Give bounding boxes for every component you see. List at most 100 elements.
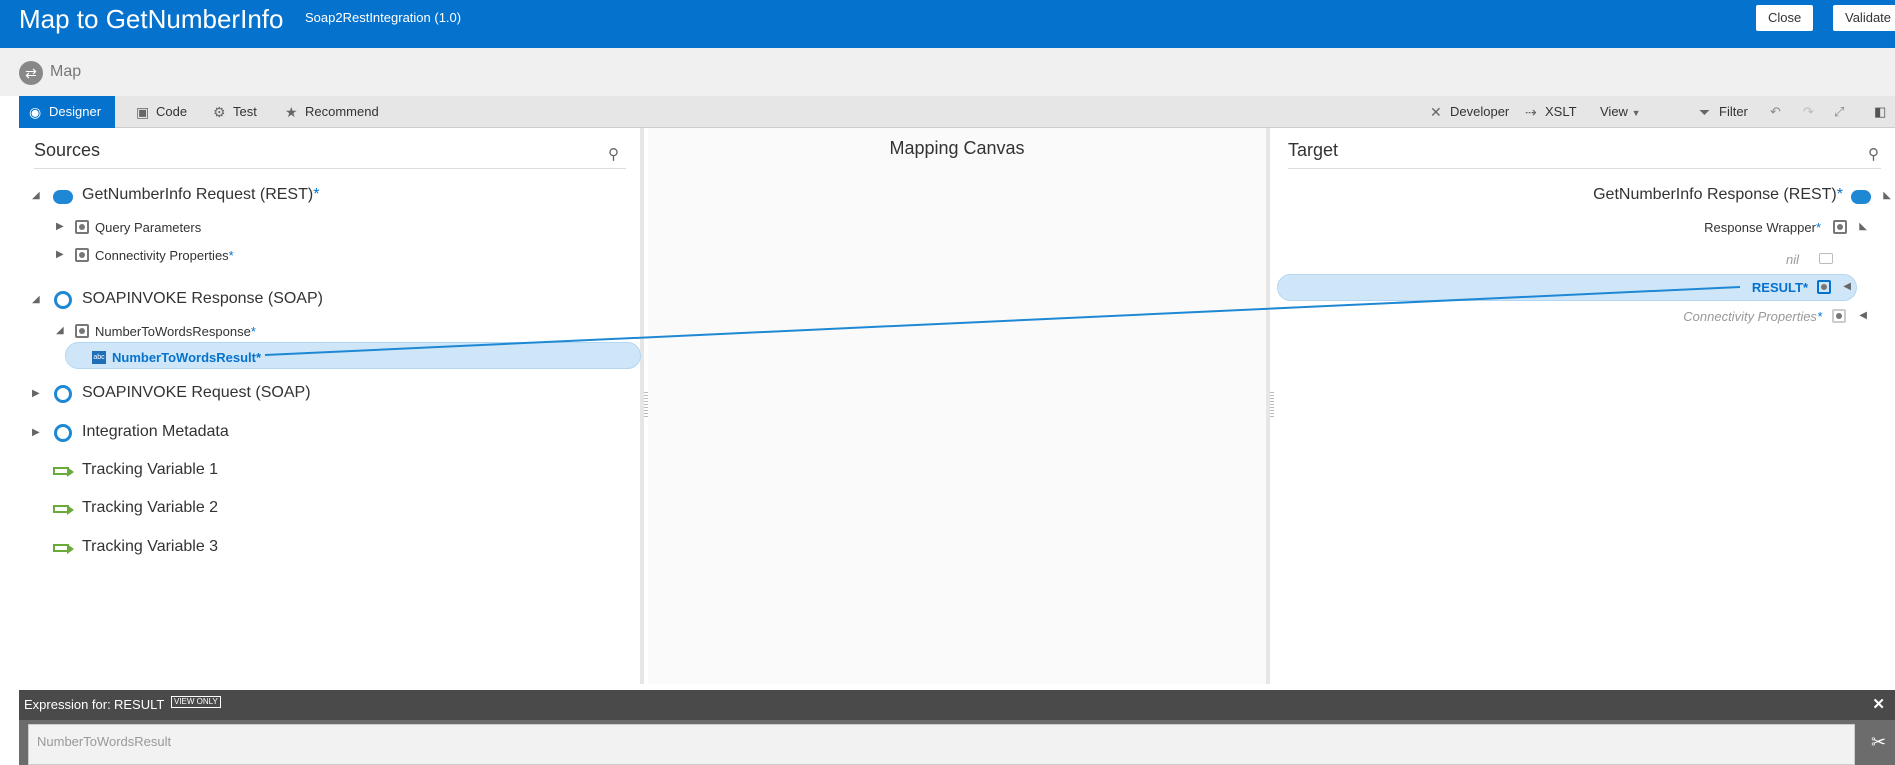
redo-icon: ↷ — [1803, 104, 1814, 119]
expand-icon[interactable]: ▶ — [32, 388, 40, 399]
collapse-icon[interactable]: ◢ — [32, 190, 40, 201]
map-bar: ⇄ Map — [0, 48, 1895, 96]
node-label: GetNumberInfo Request (REST)* — [82, 186, 319, 204]
sources-divider — [34, 168, 626, 169]
panel-toggle-button[interactable]: ◧ — [1874, 96, 1886, 128]
tree-node-response-rest[interactable]: GetNumberInfo Response (REST)* ◣ — [1495, 186, 1895, 208]
gear-icon: ⚙ — [213, 104, 226, 120]
target-divider — [1288, 168, 1881, 169]
expand-icon[interactable]: ▶ — [56, 221, 64, 232]
filter-button[interactable]: ⏷ Filter — [1695, 96, 1748, 128]
node-text: GetNumberInfo Response (REST) — [1593, 186, 1837, 203]
redo-button[interactable]: ↷ — [1803, 96, 1814, 128]
arr — [67, 544, 74, 554]
expand-icon[interactable]: ▶ — [32, 427, 40, 438]
canvas-title: Mapping Canvas — [889, 138, 1025, 158]
filter-icon: ⏷ — [1699, 104, 1711, 120]
search-icon[interactable]: ⚲ — [1868, 145, 1879, 163]
search-icon[interactable]: ⚲ — [608, 145, 619, 163]
undo-button[interactable]: ↶ — [1770, 96, 1781, 128]
collapse-icon[interactable]: ◣ — [1859, 221, 1867, 232]
tracking-variable-icon — [53, 542, 75, 554]
required-marker: * — [1816, 309, 1822, 324]
expression-editor: NumberToWordsResult ✂ — [19, 720, 1895, 765]
tree-node-response-wrapper[interactable]: Response Wrapper* ◣ — [1595, 218, 1895, 238]
sources-title: Sources — [34, 140, 101, 160]
expression-label: Expression for: — [24, 697, 111, 712]
node-text: Integration Metadata — [82, 423, 229, 440]
expression-field[interactable]: NumberToWordsResult — [28, 724, 1855, 765]
close-icon[interactable]: ✕ — [1872, 695, 1885, 713]
collapse-left-icon[interactable]: ◀ — [1843, 281, 1851, 292]
node-text: Connectivity Properties — [95, 248, 229, 263]
node-text: SOAPINVOKE Request (SOAP) — [82, 384, 311, 401]
tab-code[interactable]: ▣ Code — [132, 96, 187, 128]
code-icon: ▣ — [136, 104, 150, 120]
string-type-icon: abc — [92, 351, 106, 364]
soap-globe-icon — [54, 385, 72, 403]
expand-left-icon[interactable]: ◀ — [1859, 310, 1867, 321]
node-label: GetNumberInfo Response (REST)* — [1593, 186, 1843, 204]
soap-globe-icon — [54, 291, 72, 309]
node-label: Response Wrapper* — [1704, 220, 1821, 235]
target-panel: Target ⚲ GetNumberInfo Response (REST)* … — [1274, 128, 1895, 684]
integration-name: Soap2RestIntegration (1.0) — [305, 10, 462, 25]
wrench-icon[interactable]: ✂ — [1871, 732, 1886, 753]
element-icon — [75, 324, 89, 338]
required-marker: * — [1802, 280, 1808, 295]
node-label: NumberToWordsResponse* — [95, 324, 256, 339]
chevron-down-icon: ▼ — [1631, 108, 1641, 118]
designer-icon: ◉ — [29, 104, 42, 120]
collapse-icon[interactable]: ◢ — [32, 294, 40, 305]
tab-recommend-label: Recommend — [305, 104, 379, 119]
node-text: RESULT — [1751, 280, 1803, 295]
tab-test-label: Test — [233, 104, 257, 119]
element-icon — [75, 248, 89, 262]
map-label: Map — [50, 63, 82, 80]
tab-designer[interactable]: ◉ Designer — [19, 96, 116, 128]
rest-cloud-icon — [53, 190, 73, 204]
required-marker: * — [250, 324, 256, 339]
required-marker: * — [1815, 220, 1821, 235]
expression-value: NumberToWordsResult — [37, 734, 172, 749]
expand-icon[interactable]: ▶ — [56, 249, 64, 260]
node-text: Response Wrapper — [1704, 220, 1816, 235]
required-marker: * — [255, 350, 262, 365]
node-text: Tracking Variable 1 — [82, 461, 219, 478]
panel-toggle-icon: ◧ — [1874, 104, 1887, 119]
node-text: NumberToWordsResult — [112, 350, 256, 365]
view-menu[interactable]: View ▼ — [1600, 96, 1641, 128]
mapping-canvas: Mapping Canvas — [648, 128, 1270, 684]
sources-panel: Sources ⚲ ◢ GetNumberInfo Request (REST)… — [20, 128, 644, 684]
required-marker: * — [313, 186, 320, 203]
tracking-variable-icon — [53, 503, 75, 515]
arr — [67, 505, 74, 515]
tab-test[interactable]: ⚙ Test — [209, 96, 257, 128]
expression-target: RESULT — [114, 697, 165, 712]
developer-button[interactable]: ✕ Developer — [1426, 96, 1509, 128]
close-button[interactable]: Close — [1756, 5, 1814, 31]
node-text: Tracking Variable 2 — [82, 499, 219, 516]
tab-recommend[interactable]: ★ Recommend — [281, 96, 379, 128]
tree-node-target-connectivity-properties[interactable]: Connectivity Properties* ◀ — [1575, 307, 1895, 327]
required-marker: * — [1836, 186, 1843, 203]
tree-node-result[interactable]: RESULT* ◀ — [1595, 279, 1895, 301]
node-text: SOAPINVOKE Response (SOAP) — [82, 290, 323, 307]
mapped-element-icon — [1817, 280, 1831, 294]
rest-cloud-icon — [1851, 190, 1871, 204]
collapse-icon[interactable]: ◢ — [56, 325, 64, 336]
arr — [67, 467, 74, 477]
expand-button[interactable]: ⤢ — [1834, 96, 1844, 128]
node-text: GetNumberInfo Request (REST) — [82, 186, 314, 203]
collapse-icon[interactable]: ◣ — [1883, 190, 1891, 201]
xslt-label: XSLT — [1545, 104, 1577, 119]
xslt-button[interactable]: ⇢ XSLT — [1521, 96, 1577, 128]
validate-button[interactable]: Validate — [1833, 5, 1895, 31]
undo-icon: ↶ — [1770, 104, 1781, 119]
node-text: NumberToWordsResponse — [95, 324, 251, 339]
tree-node-nil[interactable]: nil — [1695, 250, 1895, 270]
wrench-icon: ✕ — [1430, 104, 1442, 120]
node-text: Query Parameters — [95, 220, 202, 235]
element-icon — [1832, 309, 1846, 323]
developer-label: Developer — [1450, 104, 1510, 119]
